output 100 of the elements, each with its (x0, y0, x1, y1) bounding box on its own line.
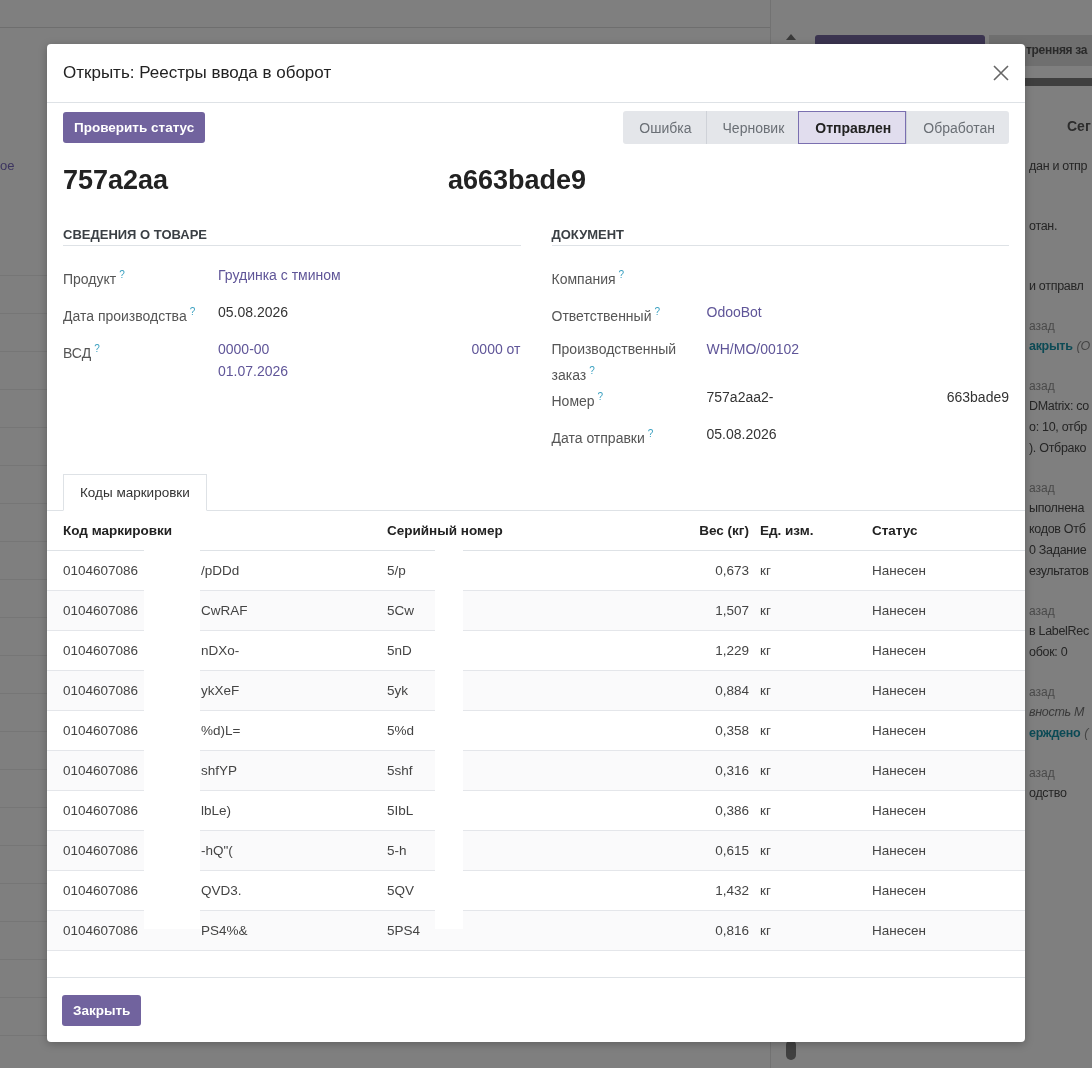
column-header: ое (0, 158, 16, 175)
table-cell: 0,386 (715, 802, 749, 818)
table-cell-text: /pDDd (201, 562, 241, 578)
table-cell: 0,358 (715, 722, 749, 738)
status-step[interactable]: Отправлен (798, 111, 907, 144)
table-cell: 5/p (387, 562, 406, 578)
close-button[interactable]: Закрыть (62, 994, 142, 1026)
table-cell: 5IbL (387, 802, 414, 818)
field-label: ВСД $^{?}$ (63, 342, 101, 363)
message-text: и отправл (1029, 279, 1084, 293)
section-heading: СВЕДЕНИЯ О ТОВАРЕ (63, 227, 521, 246)
message-text: о: 10, отбр (1029, 420, 1087, 434)
message-text: обок: 0 (1029, 645, 1068, 659)
message-text: дан и отпр (1029, 159, 1088, 173)
table-cell: 5%d (387, 722, 415, 738)
table-cell-text: -hQ"( (201, 842, 234, 858)
field-label: Производственный заказ $^{?}$ (551, 340, 678, 385)
message-note: ( (1084, 726, 1089, 740)
table-cell: кг (760, 802, 771, 818)
table-cell: кг (760, 682, 771, 698)
field-value[interactable]: OdooBot (706, 301, 762, 323)
table-cell-text: lbLe) (201, 802, 233, 818)
table-cell: 1,432 (715, 882, 749, 898)
table-cell-text: 0104607086 (63, 842, 140, 858)
table-cell: кг (760, 602, 771, 618)
table-cell-text: 0104607086 (63, 882, 140, 898)
message-text: отан. (1029, 219, 1058, 233)
table-cell: кг (760, 722, 771, 738)
table-cell: кг (760, 642, 771, 658)
table-cell-text: nDXo- (201, 642, 241, 658)
table-cell-text: 0104607086 (63, 642, 140, 658)
field-label: Компания $^{?}$ (551, 268, 626, 289)
table-cell: 5shf (387, 762, 413, 778)
table-cell: кг (760, 922, 771, 938)
table-cell: Нанесен (872, 682, 926, 698)
field-value[interactable]: 01.07.2026 (218, 360, 521, 382)
field-label: Дата отправки $^{?}$ (551, 426, 655, 448)
table-cell-text: 0104607086 (63, 922, 140, 938)
table-cell: Нанесен (872, 882, 926, 898)
table-cell: 0,816 (715, 922, 749, 938)
message-text: кодов Отб (1029, 522, 1086, 536)
table-cell: Нанесен (872, 922, 926, 938)
table-cell: 0,316 (715, 762, 749, 778)
table-cell-text: %d)L= (201, 722, 242, 738)
status-step[interactable]: Ошибка (623, 111, 706, 144)
field-label: Дата производства $^{?}$ (63, 305, 197, 326)
field-value[interactable]: 0000 от (471, 338, 521, 360)
check-status-button[interactable]: Проверить статус (63, 112, 206, 143)
table-cell: 5nD (387, 642, 412, 658)
table-cell-text: 0104607086 (63, 802, 140, 818)
table-cell: кг (760, 882, 771, 898)
dialog-title: Открыть: Реестры ввода в оборот (63, 63, 332, 83)
table-cell: 1,507 (715, 602, 749, 618)
table-cell-text: 0104607086 (63, 722, 140, 738)
field-value: 05.08.2026 (706, 424, 777, 444)
column-header[interactable]: Статус (871, 510, 1025, 551)
field-value[interactable]: WH/MO/00102 (706, 338, 800, 360)
table-cell: кг (760, 842, 771, 858)
table-cell-text: 0104607086 (63, 762, 140, 778)
table-cell-text: PS4%& (201, 922, 249, 938)
field-label: Номер $^{?}$ (551, 389, 605, 411)
field-value[interactable]: 0000-00 (218, 338, 270, 360)
status-step[interactable]: Обработан (906, 111, 1009, 144)
table-cell-text: QVD3. (201, 882, 243, 898)
section-heading: ДОКУМЕНТ (551, 227, 1009, 246)
table-cell: кг (760, 562, 771, 578)
field-label: Ответственный $^{?}$ (551, 305, 662, 326)
close-icon[interactable] (993, 65, 1009, 81)
table-cell: кг (760, 762, 771, 778)
table-cell: Нанесен (872, 602, 926, 618)
table-cell-text: 0104607086 (63, 562, 140, 578)
table-cell: 0,884 (715, 682, 749, 698)
message-text: в LabelRec (1029, 624, 1089, 638)
table-cell-text: CwRAF (201, 602, 249, 618)
message-text: одство (1029, 786, 1067, 800)
table-cell: 5-h (387, 842, 407, 858)
table-cell: Нанесен (872, 562, 926, 578)
message-text: вность М (1029, 705, 1085, 719)
scroll-up-icon[interactable] (786, 34, 796, 40)
notebook-tab[interactable]: Коды маркировки (63, 473, 207, 511)
message-text: ыполнена (1029, 501, 1085, 515)
field-value[interactable]: Грудинка с тмином (218, 264, 341, 286)
message-text: 0 Задание (1029, 543, 1087, 557)
field-value: 663bade9 (946, 387, 1009, 407)
field-value: 05.08.2026 (218, 303, 289, 322)
chatter-heading: Сег (1067, 118, 1092, 134)
record-name: a663bade9 (448, 164, 587, 196)
table-cell: Нанесен (872, 842, 926, 858)
record-name: 757a2aa (63, 164, 170, 196)
column-header[interactable]: Ед. изм. (759, 510, 871, 551)
table-cell-text: ykXeF (201, 682, 241, 698)
table-cell-text: 0104607086 (63, 602, 140, 618)
table-cell: 0,615 (715, 842, 749, 858)
message-text: езультатов (1029, 564, 1089, 578)
column-header[interactable]: Вес (кг) (688, 510, 759, 551)
table-cell: 5yk (387, 682, 408, 698)
table-cell: 0,673 (715, 562, 749, 578)
field-label: Продукт $^{?}$ (63, 268, 126, 289)
table-cell: Нанесен (872, 762, 926, 778)
message-note: (О (1076, 339, 1090, 353)
